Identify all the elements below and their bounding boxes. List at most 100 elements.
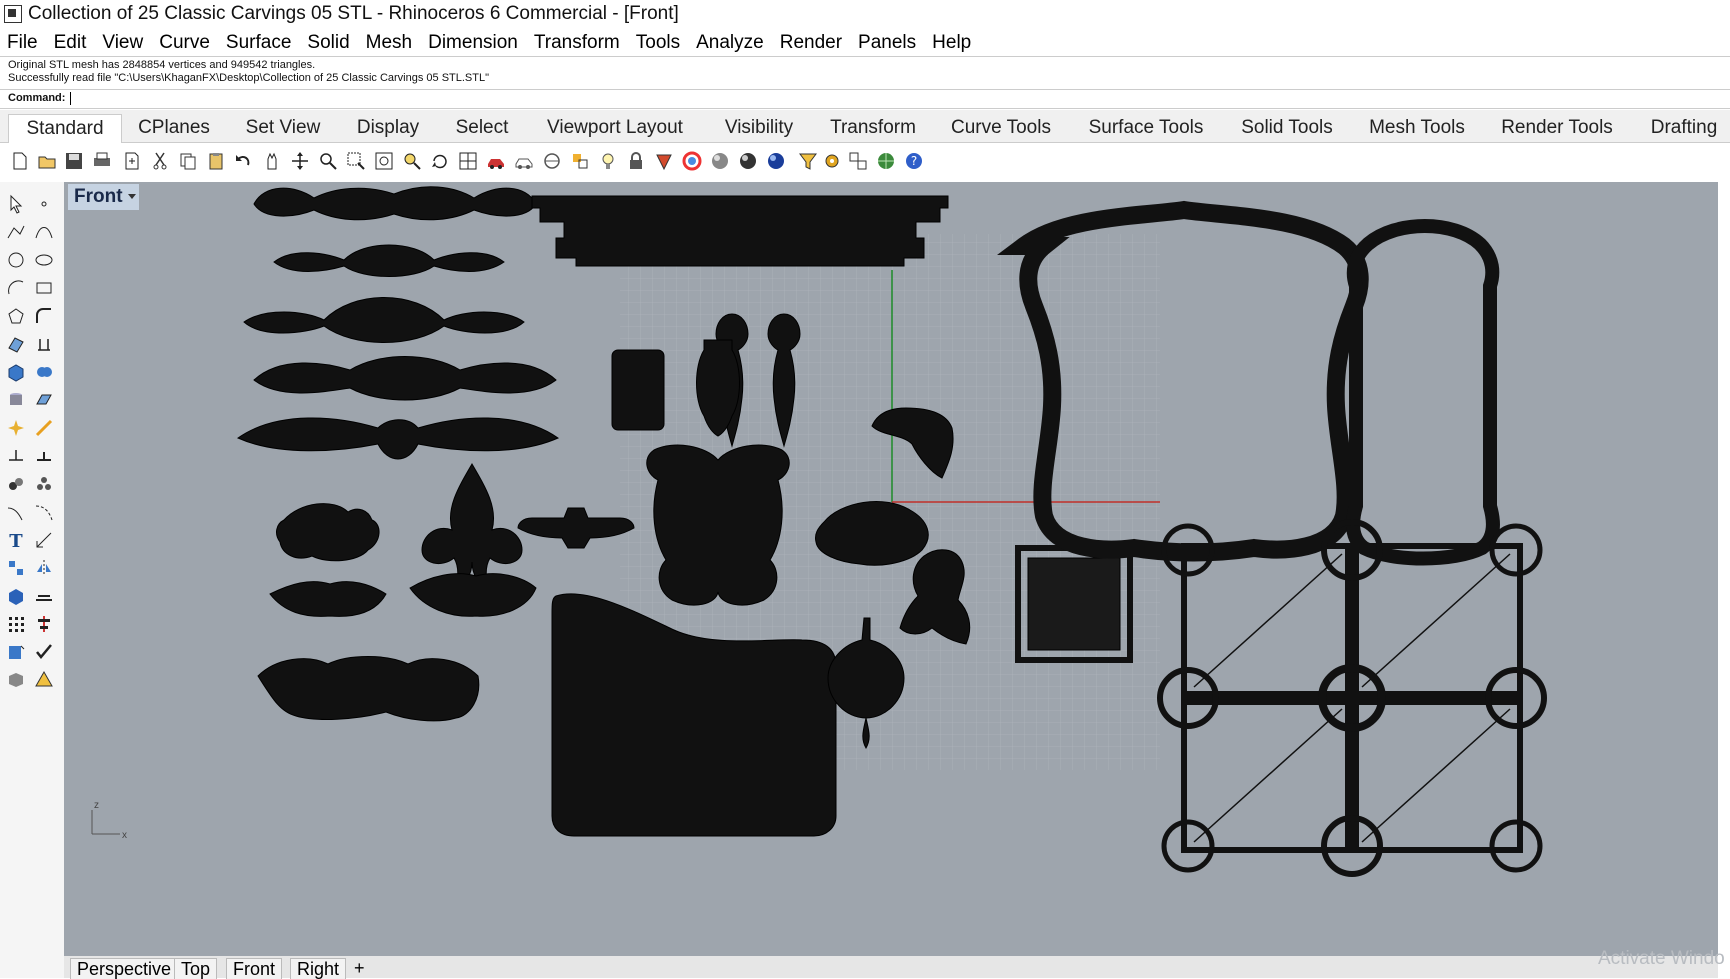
carving-medallion-1[interactable] bbox=[276, 503, 380, 562]
align-icon[interactable] bbox=[34, 614, 54, 634]
tab-select[interactable]: Select bbox=[438, 114, 526, 142]
four-views-icon[interactable] bbox=[458, 151, 478, 171]
menu-dimension[interactable]: Dimension bbox=[421, 32, 527, 54]
trim-icon[interactable] bbox=[34, 418, 54, 438]
offset-icon[interactable] bbox=[6, 502, 26, 522]
front-viewport[interactable]: z x Front bbox=[64, 182, 1718, 956]
menu-render[interactable]: Render bbox=[773, 32, 851, 54]
carving-medallion-2[interactable] bbox=[269, 581, 387, 617]
zoom-selected-icon[interactable] bbox=[402, 151, 422, 171]
ellipse-icon[interactable] bbox=[34, 250, 54, 270]
text-icon[interactable]: T bbox=[6, 530, 26, 550]
mirror-icon[interactable] bbox=[34, 558, 54, 578]
tab-visibility[interactable]: Visibility bbox=[704, 114, 814, 142]
undo-icon[interactable] bbox=[234, 151, 254, 171]
box-icon[interactable] bbox=[6, 362, 26, 382]
carving-square-lattice-fill[interactable] bbox=[1027, 557, 1121, 651]
arc-icon[interactable] bbox=[6, 278, 26, 298]
menu-analyze[interactable]: Analyze bbox=[689, 32, 773, 54]
dimension-icon[interactable] bbox=[34, 530, 54, 550]
tab-curve-tools[interactable]: Curve Tools bbox=[936, 114, 1066, 142]
mesh-plane-icon[interactable] bbox=[34, 390, 54, 410]
carving-scroll-1[interactable] bbox=[253, 186, 537, 221]
tab-cplanes[interactable]: CPlanes bbox=[124, 114, 224, 142]
zoom-icon[interactable] bbox=[318, 151, 338, 171]
extrude-icon[interactable] bbox=[34, 334, 54, 354]
carving-small-panel[interactable] bbox=[611, 349, 665, 431]
cylinder-icon[interactable] bbox=[6, 390, 26, 410]
menu-panels[interactable]: Panels bbox=[851, 32, 925, 54]
sphere-gray-icon[interactable] bbox=[710, 151, 730, 171]
tab-display[interactable]: Display bbox=[342, 114, 434, 142]
blend-curve-icon[interactable] bbox=[34, 502, 54, 522]
car-icon[interactable] bbox=[486, 151, 506, 171]
analyze-icon[interactable] bbox=[6, 642, 26, 662]
print-icon[interactable] bbox=[92, 151, 112, 171]
help-icon[interactable]: ? bbox=[904, 151, 924, 171]
tab-render-tools[interactable]: Render Tools bbox=[1490, 114, 1624, 142]
solid-box-icon[interactable] bbox=[6, 586, 26, 606]
carving-medallion-3[interactable] bbox=[409, 573, 537, 617]
tab-set-view[interactable]: Set View bbox=[228, 114, 338, 142]
group-icon[interactable] bbox=[6, 474, 26, 494]
carving-scroll-3[interactable] bbox=[243, 297, 525, 343]
tab-viewport-layout[interactable]: Viewport Layout bbox=[530, 114, 700, 142]
render-icon[interactable] bbox=[34, 670, 54, 690]
save-icon[interactable] bbox=[64, 151, 84, 171]
tab-perspective[interactable]: Perspective bbox=[70, 958, 179, 979]
carving-crown-molding[interactable] bbox=[531, 195, 949, 267]
tab-standard[interactable]: Standard bbox=[8, 114, 122, 143]
tab-top[interactable]: Top bbox=[174, 958, 218, 979]
osnap-icon[interactable] bbox=[570, 151, 590, 171]
mesh-repair-icon[interactable] bbox=[6, 670, 26, 690]
grid-array-icon[interactable] bbox=[6, 614, 26, 634]
command-line[interactable]: Command: bbox=[0, 89, 1730, 109]
viewport-canvas[interactable]: z x bbox=[64, 182, 1718, 956]
add-viewport-icon[interactable]: + bbox=[348, 958, 371, 978]
carving-oil-lamp[interactable] bbox=[517, 507, 635, 549]
select-arrow-icon[interactable] bbox=[6, 194, 26, 214]
pan-icon[interactable] bbox=[262, 151, 282, 171]
car-outline-icon[interactable] bbox=[514, 151, 534, 171]
sphere-blue-icon[interactable] bbox=[766, 151, 786, 171]
join-icon[interactable] bbox=[34, 446, 54, 466]
ungroup-icon[interactable] bbox=[34, 474, 54, 494]
check-icon[interactable] bbox=[34, 642, 54, 662]
explode-icon[interactable] bbox=[6, 418, 26, 438]
fillet-icon[interactable] bbox=[34, 306, 54, 326]
zoom-window-icon[interactable] bbox=[346, 151, 366, 171]
tab-transform[interactable]: Transform bbox=[818, 114, 928, 142]
point-icon[interactable] bbox=[34, 194, 54, 214]
import-icon[interactable] bbox=[122, 151, 142, 171]
menu-solid[interactable]: Solid bbox=[300, 32, 358, 54]
surface-icon[interactable] bbox=[6, 334, 26, 354]
carving-scroll-2[interactable] bbox=[273, 244, 505, 277]
menu-mesh[interactable]: Mesh bbox=[359, 32, 421, 54]
circle-icon[interactable] bbox=[6, 250, 26, 270]
open-icon[interactable] bbox=[37, 151, 57, 171]
tab-solid-tools[interactable]: Solid Tools bbox=[1224, 114, 1350, 142]
rectangle-icon[interactable] bbox=[34, 278, 54, 298]
menu-edit[interactable]: Edit bbox=[47, 32, 96, 54]
gear-icon[interactable] bbox=[822, 151, 842, 171]
tab-surface-tools[interactable]: Surface Tools bbox=[1078, 114, 1214, 142]
menu-curve[interactable]: Curve bbox=[152, 32, 219, 54]
copy-icon[interactable] bbox=[178, 151, 198, 171]
carving-lattice-window[interactable] bbox=[1157, 519, 1547, 877]
carving-acanthus-panel[interactable] bbox=[646, 444, 790, 606]
tab-drafting[interactable]: Drafting bbox=[1638, 114, 1730, 142]
array-icon[interactable] bbox=[6, 558, 26, 578]
zoom-extents-icon[interactable] bbox=[374, 151, 394, 171]
cut-icon[interactable] bbox=[150, 151, 170, 171]
cplane-icon[interactable] bbox=[542, 151, 562, 171]
flatten-icon[interactable] bbox=[34, 586, 54, 606]
lock-icon[interactable] bbox=[626, 151, 646, 171]
light-icon[interactable] bbox=[598, 151, 618, 171]
filter-icon[interactable] bbox=[798, 151, 818, 171]
tab-right[interactable]: Right bbox=[290, 958, 347, 979]
viewport-title[interactable]: Front bbox=[68, 184, 139, 210]
tab-front[interactable]: Front bbox=[226, 958, 283, 979]
command-input-caret[interactable] bbox=[70, 92, 71, 105]
menu-surface[interactable]: Surface bbox=[219, 32, 300, 54]
sphere-shaded-icon[interactable] bbox=[738, 151, 758, 171]
